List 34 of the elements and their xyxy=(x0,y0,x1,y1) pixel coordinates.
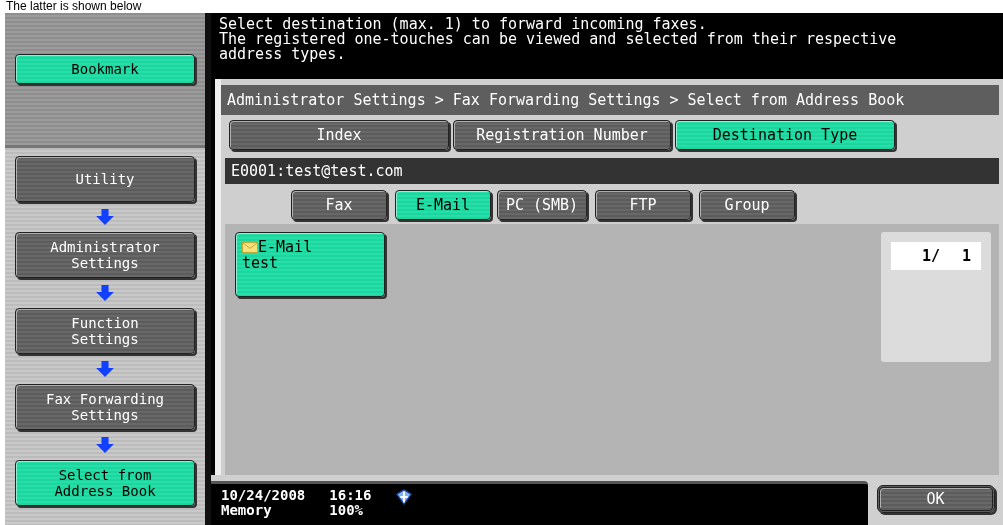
destination-button[interactable]: E-Mail test xyxy=(235,232,385,297)
type-filter-button[interactable]: FTP xyxy=(595,190,691,220)
total-pages: 1 xyxy=(961,247,971,265)
envelope-icon xyxy=(242,241,258,253)
caption-text: The latter is shown below xyxy=(5,0,143,13)
destination-type: E-Mail xyxy=(258,239,313,255)
status-time: 16:16 xyxy=(329,488,372,503)
memory-label: Memory xyxy=(221,503,273,518)
current-page: 1/ xyxy=(921,247,940,265)
bookmark-button[interactable]: Bookmark xyxy=(15,54,195,84)
instruction-message: Select destination (max. 1) to forward incoming faxes. The registered one-touches can be viewed and selected from their respective address types. xyxy=(218,14,898,65)
selected-destination-field: E0001:test@test.com xyxy=(225,158,999,184)
step-button[interactable]: Select from Address Book xyxy=(15,460,195,506)
step-button[interactable]: Administrator Settings xyxy=(15,232,195,278)
memory-value: 100% xyxy=(329,503,364,518)
ok-button[interactable]: OK xyxy=(876,485,995,513)
status-date: 10/24/2008 xyxy=(221,488,306,503)
step-button[interactable]: Fax Forwarding Settings xyxy=(15,384,195,430)
type-filter-button[interactable]: E-Mail xyxy=(395,190,491,220)
step-button[interactable]: Function Settings xyxy=(15,308,195,354)
down-arrow-icon xyxy=(96,209,114,225)
breadcrumb: Administrator Settings > Fax Forwarding Settings > Select from Address Book xyxy=(221,85,999,115)
type-filter-button[interactable]: Group xyxy=(699,190,795,220)
down-arrow-icon xyxy=(96,437,114,453)
step-button[interactable]: Utility xyxy=(15,156,195,202)
network-status-icon xyxy=(395,488,414,506)
down-arrow-icon xyxy=(96,285,114,301)
down-arrow-icon xyxy=(96,361,114,377)
tab[interactable]: Destination Type xyxy=(675,120,895,150)
type-filter-button[interactable]: Fax xyxy=(291,190,387,220)
destination-name: test xyxy=(242,255,279,271)
type-filter-button[interactable]: PC (SMB) xyxy=(497,190,587,220)
tab[interactable]: Registration Number xyxy=(453,120,671,150)
tab[interactable]: Index xyxy=(229,120,449,150)
